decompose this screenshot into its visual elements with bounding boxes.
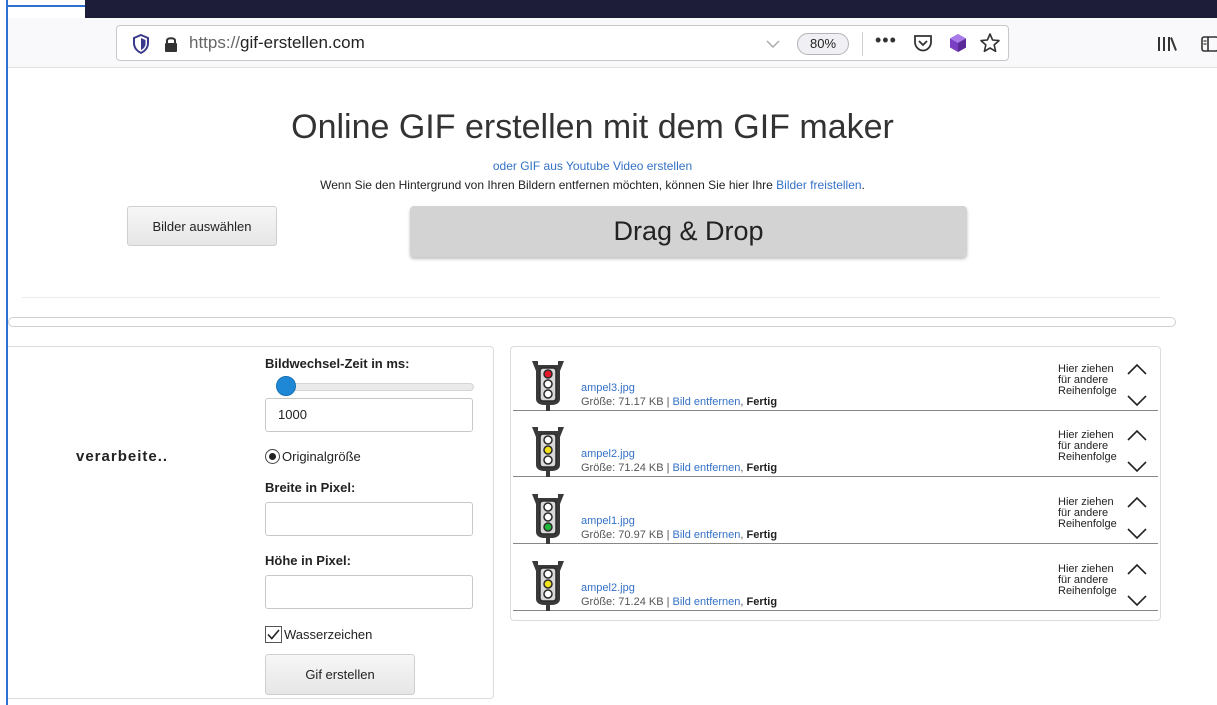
library-icon[interactable] <box>1156 35 1178 53</box>
reorder-hint-line: Reihenfolge <box>1058 518 1117 530</box>
image-status: Fertig <box>746 596 778 608</box>
zoom-level[interactable]: 80% <box>797 33 849 55</box>
move-up-icon[interactable] <box>1126 428 1148 442</box>
height-label: Höhe in Pixel: <box>265 553 351 568</box>
youtube-gif-link[interactable]: oder GIF aus Youtube Video erstellen <box>493 159 692 173</box>
traffic-light-thumbnail <box>532 427 564 477</box>
extension-cube-icon[interactable] <box>947 32 969 54</box>
image-size: Größe: 71.24 KB | <box>581 462 673 474</box>
url-scheme: https:// <box>189 33 241 52</box>
reorder-hint[interactable]: Hier ziehen für andere Reihenfolge <box>1058 364 1128 397</box>
select-images-button[interactable]: Bilder auswählen <box>127 206 277 246</box>
image-size: Größe: 71.24 KB | <box>581 596 673 608</box>
move-down-icon[interactable] <box>1126 460 1148 474</box>
image-filename-link[interactable]: ampel2.jpg <box>581 582 635 594</box>
move-up-icon[interactable] <box>1126 562 1148 576</box>
sidebar-toggle-icon[interactable] <box>1200 34 1217 54</box>
upload-progress-bar <box>8 317 1176 327</box>
divider <box>862 32 863 56</box>
remove-image-link[interactable]: Bild entfernen <box>673 529 741 541</box>
move-up-icon[interactable] <box>1126 362 1148 376</box>
move-down-icon[interactable] <box>1126 527 1148 541</box>
image-list-item[interactable]: ampel2.jpg Größe: 71.24 KB | Bild entfern… <box>513 413 1158 477</box>
image-list-item[interactable]: ampel2.jpg Größe: 71.24 KB | Bild entfern… <box>513 547 1158 611</box>
more-actions-icon[interactable]: ••• <box>875 30 897 51</box>
window-top-border <box>6 5 86 7</box>
watermark-label: Wasserzeichen <box>284 627 373 642</box>
drag-drop-zone[interactable]: Drag & Drop <box>410 206 967 257</box>
image-filename-link[interactable]: ampel1.jpg <box>581 515 635 527</box>
divider <box>22 297 1160 298</box>
original-size-label: Originalgröße <box>282 449 361 464</box>
image-info: Größe: 71.24 KB | Bild entfernen, Fertig <box>581 596 777 608</box>
width-input[interactable] <box>265 502 473 536</box>
image-size: Größe: 70.97 KB | <box>581 529 673 541</box>
background-notice-text: Wenn Sie den Hintergrund von Ihren Bilde… <box>320 178 777 192</box>
background-removal-notice: Wenn Sie den Hintergrund von Ihren Bilde… <box>0 178 1185 192</box>
image-filename-link[interactable]: ampel2.jpg <box>581 448 635 460</box>
traffic-light-thumbnail <box>532 561 564 611</box>
reorder-hint[interactable]: Hier ziehen für andere Reihenfolge <box>1058 430 1128 463</box>
move-up-icon[interactable] <box>1126 495 1148 509</box>
processing-status: verarbeite.. <box>76 448 169 465</box>
move-down-icon[interactable] <box>1126 594 1148 608</box>
height-input[interactable] <box>265 575 473 609</box>
youtube-subtitle: oder GIF aus Youtube Video erstellen <box>0 159 1185 173</box>
page-title: Online GIF erstellen mit dem GIF maker <box>291 108 894 146</box>
tracking-shield-icon[interactable] <box>132 34 150 54</box>
remove-image-link[interactable]: Bild entfernen <box>673 462 741 474</box>
traffic-light-thumbnail <box>532 361 564 411</box>
image-list-panel: ampel3.jpg Größe: 71.17 KB | Bild entfern… <box>510 346 1161 621</box>
interval-input[interactable]: 1000 <box>265 398 473 432</box>
image-status: Fertig <box>746 462 778 474</box>
image-size: Größe: 71.17 KB | <box>581 396 673 408</box>
url-text[interactable]: https://gif-erstellen.com <box>189 33 365 53</box>
watermark-checkbox[interactable] <box>265 626 282 643</box>
address-bar[interactable]: https://gif-erstellen.com 80% ••• <box>116 25 1009 61</box>
chevron-down-icon[interactable] <box>765 36 781 52</box>
move-down-icon[interactable] <box>1126 394 1148 408</box>
create-gif-button[interactable]: Gif erstellen <box>265 654 415 695</box>
image-info: Größe: 71.17 KB | Bild entfernen, Fertig <box>581 396 777 408</box>
traffic-light-thumbnail <box>532 494 564 544</box>
remove-image-link[interactable]: Bild entfernen <box>673 596 741 608</box>
checkmark-icon <box>267 629 280 640</box>
reorder-hint-line: Reihenfolge <box>1058 585 1117 597</box>
original-size-radio[interactable] <box>265 449 280 464</box>
browser-toolbar: https://gif-erstellen.com 80% ••• <box>8 18 1217 68</box>
reorder-hint[interactable]: Hier ziehen für andere Reihenfolge <box>1058 564 1128 597</box>
remove-image-link[interactable]: Bild entfernen <box>673 396 741 408</box>
image-info: Größe: 71.24 KB | Bild entfernen, Fertig <box>581 462 777 474</box>
reorder-hint-line: Reihenfolge <box>1058 385 1117 397</box>
bookmark-star-icon[interactable] <box>979 32 1001 54</box>
image-list-item[interactable]: ampel1.jpg Größe: 70.97 KB | Bild entfern… <box>513 480 1158 544</box>
lock-icon[interactable] <box>163 35 179 53</box>
interval-slider[interactable] <box>276 383 474 391</box>
watermark-option[interactable]: Wasserzeichen <box>265 626 372 643</box>
reorder-hint-line: Reihenfolge <box>1058 451 1117 463</box>
original-size-option[interactable]: Originalgröße <box>265 449 361 464</box>
url-host: gif-erstellen.com <box>240 33 365 52</box>
image-list-item[interactable]: ampel3.jpg Größe: 71.17 KB | Bild entfern… <box>513 347 1158 411</box>
image-filename-link[interactable]: ampel3.jpg <box>581 382 635 394</box>
cutout-images-link[interactable]: Bilder freistellen <box>776 178 861 192</box>
image-info: Größe: 70.97 KB | Bild entfernen, Fertig <box>581 529 777 541</box>
image-status: Fertig <box>746 529 778 541</box>
interval-slider-thumb[interactable] <box>276 376 296 396</box>
notice-period: . <box>861 178 865 192</box>
radio-selected-dot <box>269 453 276 460</box>
window-titlebar <box>85 0 1217 18</box>
width-label: Breite in Pixel: <box>265 480 356 495</box>
pocket-icon[interactable] <box>913 33 933 53</box>
image-status: Fertig <box>746 396 778 408</box>
gif-settings-panel: verarbeite.. Bildwechsel-Zeit in ms: 100… <box>8 346 494 699</box>
reorder-hint[interactable]: Hier ziehen für andere Reihenfolge <box>1058 497 1128 530</box>
interval-label: Bildwechsel-Zeit in ms: <box>265 356 410 371</box>
